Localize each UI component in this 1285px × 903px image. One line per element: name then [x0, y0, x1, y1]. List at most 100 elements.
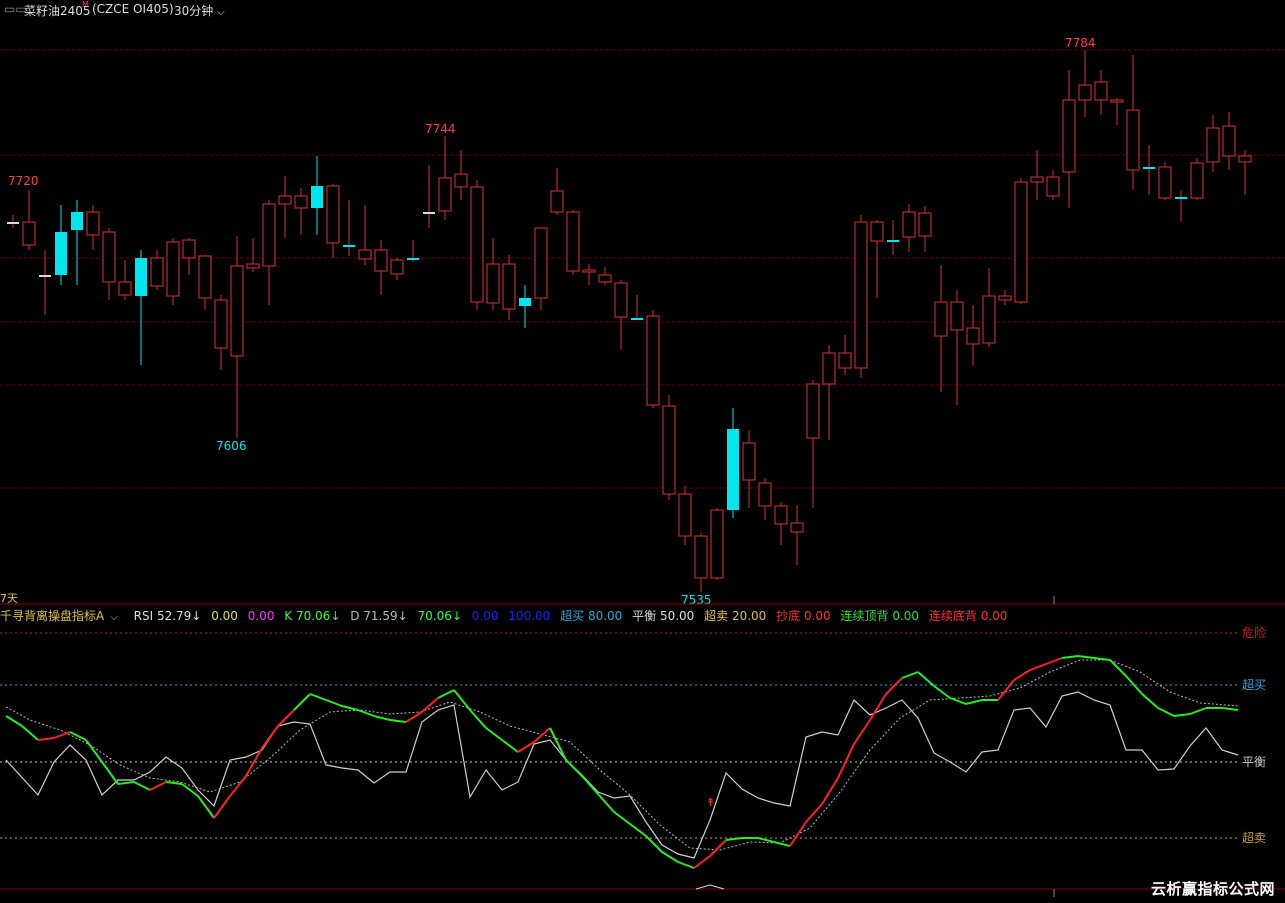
level-label-danger: 危险	[1242, 625, 1266, 640]
k-line-segment	[213, 795, 231, 819]
k-line-segment	[757, 837, 775, 843]
d-value: D 71.59↓	[350, 609, 408, 623]
candle	[374, 240, 388, 295]
candle	[1014, 178, 1028, 304]
candle-body	[438, 177, 452, 212]
candle-body	[407, 258, 419, 260]
k-line-segment	[997, 679, 1015, 701]
k-line-segment	[1141, 693, 1159, 709]
value-blue-2: 100.00	[508, 609, 551, 623]
d-line	[5, 659, 1239, 851]
candle	[55, 205, 67, 285]
j-value: 70.06↓	[417, 609, 462, 623]
candle	[1094, 70, 1108, 115]
k-line-segment	[1029, 663, 1047, 671]
candle-body	[838, 352, 852, 369]
candle	[887, 220, 899, 255]
candle	[502, 255, 516, 320]
candle-body	[678, 493, 692, 537]
candle	[182, 238, 196, 275]
candle-body	[22, 221, 36, 246]
k-line-segment	[149, 781, 167, 791]
candlestick-chart[interactable]: 7720 7744 7784 7606 7535 7天	[0, 0, 1285, 605]
watermark: 云析赢指标公式网	[1150, 880, 1275, 898]
value-yellow: 0.00	[211, 609, 238, 623]
candle-body	[822, 352, 836, 385]
k-line-segment	[5, 715, 23, 727]
candle-body	[150, 257, 164, 287]
candle	[1030, 150, 1044, 200]
candle	[326, 184, 340, 258]
k-line-segment	[469, 709, 487, 729]
candle	[1190, 158, 1204, 200]
candle-body	[790, 522, 804, 533]
candle	[631, 295, 643, 320]
candle-body	[806, 383, 820, 439]
k-line-segment	[597, 793, 615, 813]
k-line-segment	[357, 709, 375, 717]
candle-body	[1078, 84, 1092, 101]
k-line-segment	[293, 693, 311, 711]
k-line-segment	[53, 731, 71, 739]
candle-body	[646, 315, 660, 406]
candle-body	[102, 231, 116, 283]
candle-body	[614, 282, 628, 318]
candle	[582, 264, 596, 285]
candle-body	[214, 299, 228, 349]
k-line-segment	[853, 719, 871, 745]
candle	[534, 227, 548, 310]
k-line-segment	[261, 725, 279, 749]
candle-body	[374, 249, 388, 272]
candle-body	[1175, 197, 1187, 199]
candle-body	[758, 482, 772, 507]
arrow-marker: ↟	[706, 796, 715, 809]
k-line-segment	[485, 727, 503, 741]
k-line-segment	[693, 855, 711, 869]
candle	[822, 345, 836, 440]
candle	[758, 478, 772, 520]
period-corner-label: 7天	[0, 592, 18, 605]
candle-body	[1143, 167, 1155, 169]
k-line-segment	[1125, 675, 1143, 695]
k-line-segment	[869, 693, 887, 721]
candle-body	[262, 203, 276, 267]
candle-body	[71, 212, 83, 230]
candle	[614, 280, 628, 350]
price-label-high-mid: 7744	[425, 122, 456, 136]
k-line-segment	[581, 775, 599, 795]
candle	[1206, 115, 1220, 172]
k-line-segment	[85, 739, 103, 763]
candle	[966, 305, 980, 366]
k-value: K 70.06↓	[284, 609, 341, 623]
candle-body	[55, 232, 67, 275]
k-line-segment	[101, 761, 119, 785]
candle-body	[887, 240, 899, 242]
k-line-segment	[501, 739, 519, 753]
candle	[678, 486, 692, 545]
candle-body	[135, 258, 147, 296]
candle	[86, 205, 100, 250]
candle	[198, 255, 212, 310]
price-label-low-left: 7606	[216, 439, 247, 453]
k-line-segment	[837, 743, 855, 779]
candle-body	[1062, 99, 1076, 173]
candle	[423, 165, 435, 228]
value-magenta: 0.00	[247, 609, 275, 623]
candle	[214, 295, 228, 370]
candle-body	[39, 275, 51, 277]
candle	[470, 180, 484, 310]
candle-body	[278, 195, 292, 205]
indicator-title[interactable]: 千寻背离操盘指标A ⌵	[0, 609, 124, 623]
candle	[407, 240, 419, 262]
candle-body	[358, 249, 372, 260]
value-blue-1: 0.00	[471, 609, 499, 623]
bottom-tick-mark	[695, 884, 725, 890]
candle-body	[982, 295, 996, 344]
k-line-segment	[805, 803, 823, 823]
candle-body	[710, 509, 724, 579]
candle-body	[582, 269, 596, 273]
candle	[343, 200, 355, 256]
k-line-segment	[197, 795, 215, 819]
k-line-segment	[645, 835, 663, 853]
price-label-high-left: 7720	[8, 174, 39, 188]
